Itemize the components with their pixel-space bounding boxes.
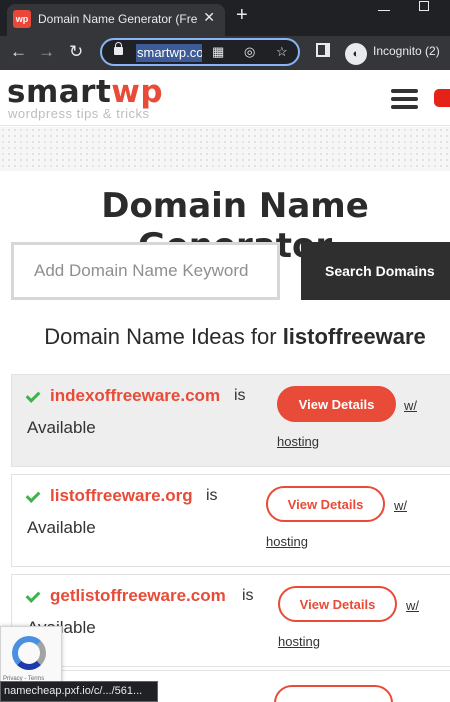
view-details-button[interactable] [274,685,393,702]
with-hosting-link[interactable]: w/ [406,598,419,613]
side-panel-icon[interactable] [316,43,330,57]
view-details-button[interactable]: View Details [277,386,396,422]
with-hosting-link[interactable]: w/ [404,398,417,413]
ideas-keyword: listoffreeware [282,324,426,349]
checkmark-icon [27,589,43,603]
hosting-link[interactable]: hosting [278,634,320,649]
logo-text: smart [7,74,112,110]
availability-status: Available [27,518,96,537]
youtube-icon[interactable] [434,89,450,107]
site-header: smartwp wordpress tips & tricks [0,70,450,126]
domain-result: getlistoffreeware.com is Available View … [11,574,450,667]
is-text: is [242,587,254,604]
maximize-window-icon[interactable] [419,1,429,11]
minimize-window-icon[interactable] [378,10,390,11]
recaptcha-badge[interactable]: Privacy - Terms [0,626,62,684]
keyword-input[interactable] [11,242,280,300]
search-domains-button[interactable]: Search Domains [301,242,450,300]
tab-title: Domain Name Generator (Fre [38,12,198,26]
address-bar[interactable]: smartwp.co ▦ ◎ ☆ [100,38,300,66]
forward-arrow-icon[interactable]: → [38,42,55,62]
view-details-button[interactable]: View Details [266,486,385,522]
logo-accent: wp [111,74,164,110]
domain-name-link[interactable]: getlistoffreeware.com [50,586,226,606]
logo-tagline: wordpress tips & tricks [8,106,150,121]
view-details-button[interactable]: View Details [278,586,397,622]
site-favicon-icon: wp [13,10,31,28]
back-arrow-icon[interactable]: ← [10,42,27,62]
recaptcha-icon [12,636,46,670]
domain-result: indexoffreeware.com is Available View De… [11,374,450,467]
lock-icon[interactable] [114,42,123,55]
incognito-icon[interactable]: ◐ [345,43,367,65]
checkmark-icon [27,389,43,403]
ideas-heading: Domain Name Ideas for listoffreeware [0,324,450,350]
is-text: is [206,487,218,504]
with-hosting-link[interactable]: w/ [394,498,407,513]
incognito-label[interactable]: Incognito (2) [373,44,440,58]
browser-tab[interactable]: wp Domain Name Generator (Fre ✕ [7,4,225,36]
url-text[interactable]: smartwp.co [136,44,202,62]
qr-code-icon[interactable]: ▦ [212,44,224,60]
domain-name-link[interactable]: listoffreeware.org [50,486,193,506]
new-tab-icon[interactable]: + [236,4,248,27]
eye-slash-icon[interactable]: ◎ [244,44,255,60]
ideas-heading-prefix: Domain Name Ideas for [44,324,277,349]
domain-result: listoffreeware.org is Available View Det… [11,474,450,567]
is-text: is [234,387,246,404]
site-logo[interactable]: smartwp [7,74,163,110]
browser-titlebar: wp Domain Name Generator (Fre ✕ + [0,0,450,36]
checkmark-icon [27,489,43,503]
link-status-bubble: namecheap.pxf.io/c/.../561... [0,681,158,702]
close-tab-icon[interactable]: ✕ [203,9,215,26]
hosting-link[interactable]: hosting [277,434,319,449]
browser-toolbar: ← → ↻ smartwp.co ▦ ◎ ☆ ◐ Incognito (2) [0,36,450,70]
bookmark-star-icon[interactable]: ☆ [276,44,288,60]
reload-icon[interactable]: ↻ [69,42,83,62]
decorative-banner [0,127,450,171]
menu-icon[interactable] [391,89,418,109]
hosting-link[interactable]: hosting [266,534,308,549]
domain-name-link[interactable]: indexoffreeware.com [50,386,220,406]
availability-status: Available [27,418,96,437]
